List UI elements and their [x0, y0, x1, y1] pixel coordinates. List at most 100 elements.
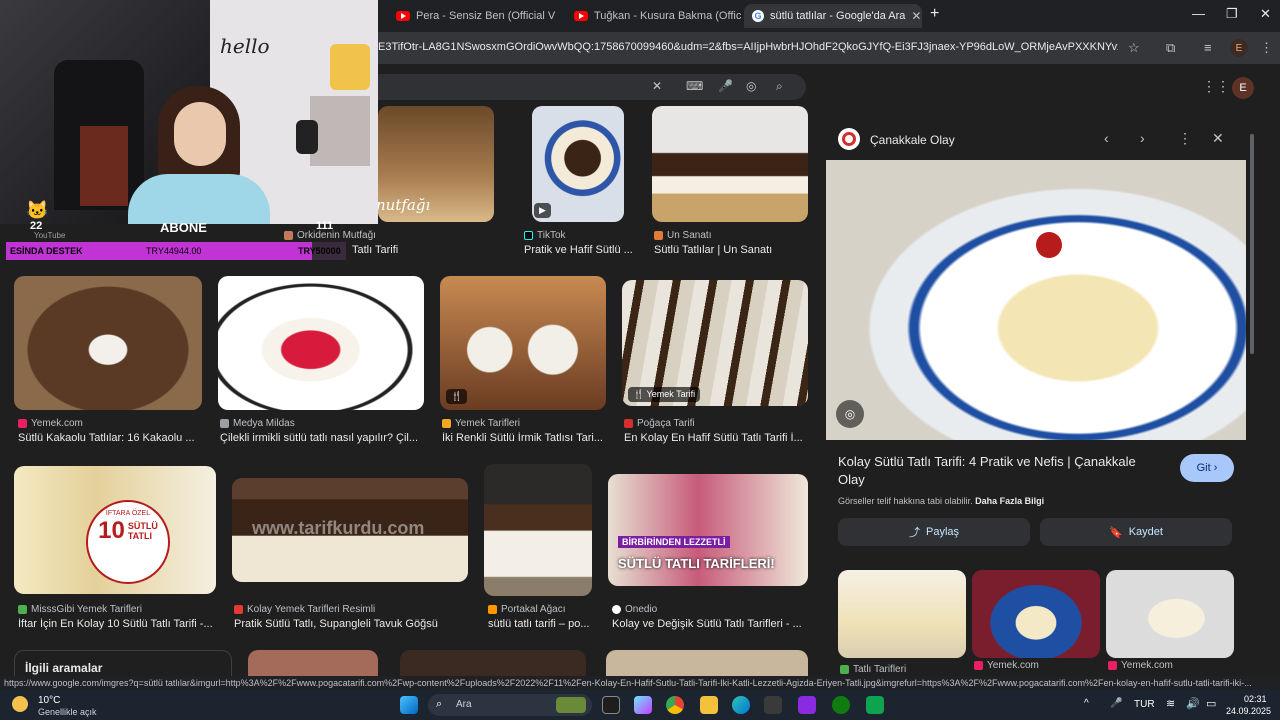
image-tile[interactable]	[652, 106, 808, 222]
source-logo	[838, 128, 860, 150]
weather-text[interactable]: Genellikle açık	[38, 707, 97, 717]
related-image[interactable]	[972, 570, 1100, 658]
go-button[interactable]: Git ›	[1180, 454, 1234, 482]
image-source: Onedio	[612, 604, 657, 615]
previous-icon[interactable]: ‹	[1104, 130, 1109, 146]
temperature[interactable]: 10°C	[38, 695, 60, 706]
chrome-icon[interactable]	[666, 696, 684, 714]
task-view-icon[interactable]	[602, 696, 620, 714]
image-title[interactable]: sütlü tatlı tarifi – po...	[488, 618, 592, 630]
related-image[interactable]	[838, 570, 966, 658]
edge-icon[interactable]	[732, 696, 750, 714]
store-icon[interactable]	[764, 696, 782, 714]
clock-date[interactable]: 24.09.2025	[1226, 706, 1271, 716]
image-tile[interactable]	[248, 650, 378, 676]
profile-avatar[interactable]: E	[1230, 39, 1248, 57]
image-source: Kolay Yemek Tarifleri Resimli	[234, 604, 375, 615]
media-controls-icon[interactable]: ≡	[1204, 40, 1212, 55]
more-info-link[interactable]: Daha Fazla Bilgi	[975, 496, 1044, 506]
related-image[interactable]	[1106, 570, 1234, 658]
abone-label: ABONE	[160, 220, 207, 235]
image-title[interactable]: Tatlı Tarifi	[352, 244, 492, 256]
site-favicon	[488, 605, 497, 614]
lens-icon[interactable]: ◎	[746, 79, 756, 93]
url-input[interactable]: E3TifOtr-LA8G1NSwosxmGOrdiOwvWbQQ:175867…	[378, 41, 1118, 53]
new-tab-button[interactable]: +	[930, 5, 939, 23]
clear-search-icon[interactable]: ✕	[652, 79, 662, 93]
apps-grid-icon[interactable]: ⋮⋮	[1202, 78, 1230, 95]
image-title[interactable]: Pratik ve Hafif Sütlü ...	[524, 244, 634, 256]
app-icon[interactable]	[798, 696, 816, 714]
image-tile[interactable]: nutfağı	[378, 106, 494, 222]
image-title[interactable]: Pratik Sütlü Tatlı, Supangleli Tavuk Göğ…	[234, 618, 468, 630]
lens-search-icon[interactable]: ◎	[836, 400, 864, 428]
account-avatar[interactable]: E	[1232, 77, 1254, 99]
abone-count: 111	[316, 220, 334, 232]
tray-overflow-icon[interactable]: ^	[1084, 698, 1089, 709]
image-title[interactable]: İftar İçin En Kolay 10 Sütlü Tatlı Tarif…	[18, 618, 216, 630]
weather-icon[interactable]	[12, 696, 28, 712]
panel-title[interactable]: Kolay Sütlü Tatlı Tarifi: 4 Pratik ve Ne…	[838, 453, 1158, 489]
image-tile[interactable]: 🍴	[440, 276, 606, 410]
image-title[interactable]: İki Renkli Sütlü İrmik Tatlısı Tari...	[442, 432, 606, 444]
image-title[interactable]: Sütlü Tatlılar | Un Sanatı	[654, 244, 808, 256]
language-indicator[interactable]: TUR	[1134, 699, 1155, 710]
search-icon: ⌕	[436, 698, 443, 710]
site-favicon	[18, 605, 27, 614]
mic-icon[interactable]: 🎤	[1110, 698, 1122, 709]
image-tile[interactable]: ▶	[532, 106, 624, 222]
panel-scrollbar[interactable]	[1250, 134, 1254, 354]
save-button[interactable]: 🔖 Kaydet	[1040, 518, 1232, 546]
related-searches-card[interactable]: İlgili aramalar	[14, 650, 232, 676]
stream-hud: 🐱 22 ABONE 111 YouTube ESİNDA DESTEK TRY…	[0, 200, 348, 262]
preview-image[interactable]: ◎	[826, 160, 1246, 440]
image-tile[interactable]	[218, 276, 424, 410]
microphone-icon[interactable]: 🎤	[718, 79, 733, 93]
search-icon[interactable]: ⌕	[776, 79, 783, 94]
image-tile[interactable]: 🍴 Yemek Tarifi	[622, 280, 808, 406]
wifi-icon[interactable]: ≋	[1166, 697, 1175, 710]
image-tile[interactable]: www.tarifkurdu.com	[232, 478, 468, 582]
menu-kebab-icon[interactable]: ⋮	[1260, 40, 1273, 56]
tab-tugkan[interactable]: Tuğkan - Kusura Bakma (Officia ✕	[566, 4, 742, 28]
tiktok-icon	[524, 231, 533, 240]
site-favicon	[220, 419, 229, 428]
close-window-button[interactable]: ✕	[1260, 6, 1271, 22]
more-options-icon[interactable]: ⋮	[1178, 130, 1192, 147]
site-favicon	[612, 605, 621, 614]
close-panel-icon[interactable]: ✕	[1212, 130, 1224, 147]
site-favicon	[654, 231, 663, 240]
image-title[interactable]: Sütlü Kakaolu Tatlılar: 16 Kakaolu ...	[18, 432, 204, 444]
image-tile[interactable]	[400, 650, 586, 676]
site-favicon	[624, 419, 633, 428]
app-icon-green[interactable]	[866, 696, 884, 714]
image-title[interactable]: En Kolay En Hafif Sütlü Tatlı Tarifi İ..…	[624, 432, 808, 444]
wall-hello-text: hello	[220, 34, 270, 58]
minimize-button[interactable]: —	[1192, 6, 1205, 21]
file-explorer-icon[interactable]	[700, 696, 718, 714]
clock-time[interactable]: 02:31	[1244, 694, 1267, 704]
image-title[interactable]: Kolay ve Değişik Sütlü Tatlı Tarifleri -…	[612, 618, 808, 630]
image-tile[interactable]: İFTARA ÖZEL 10 SÜTLÜ TATLI	[14, 466, 216, 594]
image-tile[interactable]	[606, 650, 808, 676]
copilot-icon[interactable]	[634, 696, 652, 714]
image-tile[interactable]	[14, 276, 202, 410]
volume-icon[interactable]: 🔊	[1186, 697, 1200, 710]
next-icon[interactable]: ›	[1140, 130, 1145, 146]
image-title[interactable]: Çilekli irmikli sütlü tatlı nasıl yapılı…	[220, 432, 424, 444]
panel-source[interactable]: Çanakkale Olay	[870, 133, 955, 147]
restore-button[interactable]: ❐	[1226, 6, 1238, 22]
xbox-icon[interactable]	[832, 696, 850, 714]
image-tile[interactable]	[484, 464, 592, 596]
share-button[interactable]: ⤴ Paylaş	[838, 518, 1030, 546]
tab-google-search[interactable]: G sütlü tatlılar - Google'da Ara ✕	[744, 4, 922, 28]
taskbar-search[interactable]: ⌕ Ara	[428, 694, 592, 716]
image-tile[interactable]: BİRBİRİNDEN LEZZETLİ SÜTLÜ TATLI TARİFLE…	[608, 474, 808, 586]
windows-start-icon[interactable]	[400, 696, 418, 714]
extensions-icon[interactable]: ⧉	[1166, 40, 1175, 56]
close-tab-icon[interactable]: ✕	[911, 9, 921, 23]
battery-icon[interactable]: ▭	[1206, 697, 1216, 710]
keyboard-icon[interactable]: ⌨	[686, 79, 703, 93]
tab-pera[interactable]: Pera - Sensiz Ben (Official V 🔊 ✕	[388, 4, 560, 28]
bookmark-star-icon[interactable]: ☆	[1128, 40, 1140, 56]
